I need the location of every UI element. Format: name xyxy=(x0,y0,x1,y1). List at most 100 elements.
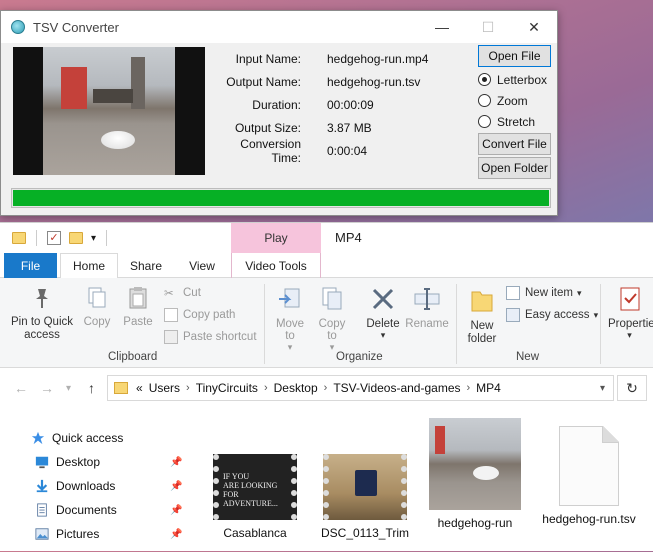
info-row-size: Output Size: 3.87 MB xyxy=(217,117,473,140)
progress-fill xyxy=(13,190,549,206)
copy-button[interactable]: Copy xyxy=(80,286,114,328)
chevron-right-icon[interactable]: › xyxy=(467,382,471,394)
nav-quick-access[interactable]: Quick access xyxy=(30,431,123,445)
properties-icon xyxy=(620,287,639,311)
file-list: IF YOU ARE LOOKING FOR ADVENTURE... Casa… xyxy=(200,418,653,552)
minimize-button[interactable]: — xyxy=(419,11,465,43)
forward-arrow-icon[interactable]: → xyxy=(40,380,54,396)
open-file-button[interactable]: Open File xyxy=(478,45,551,67)
nav-pictures[interactable]: Pictures xyxy=(34,527,99,541)
tab-share[interactable]: Share xyxy=(122,253,170,278)
radio-stretch[interactable]: Stretch xyxy=(478,111,547,132)
new-item-button[interactable]: New item ▾ xyxy=(506,286,581,300)
close-button[interactable]: ✕ xyxy=(511,11,557,43)
conversion-time-label: Conversion Time: xyxy=(240,137,301,166)
radio-zoom[interactable]: Zoom xyxy=(478,90,547,111)
file-item-casablanca[interactable]: IF YOU ARE LOOKING FOR ADVENTURE... Casa… xyxy=(200,454,310,540)
copy-path-button[interactable]: Copy path xyxy=(164,308,235,322)
address-bar[interactable]: « Users › TinyCircuits › Desktop › TSV-V… xyxy=(107,375,614,401)
pin-icon[interactable]: 📌 xyxy=(170,505,182,516)
preview-frame xyxy=(43,47,175,175)
preview-red-wall xyxy=(61,67,87,109)
file-name: hedgehog-run.tsv xyxy=(542,512,636,526)
breadcrumb-mp4[interactable]: MP4 xyxy=(476,381,501,395)
video-thumbnail: IF YOU ARE LOOKING FOR ADVENTURE... xyxy=(213,454,297,520)
tab-view[interactable]: View xyxy=(178,253,226,278)
copy-icon xyxy=(88,287,106,308)
pin-quick-access-button[interactable]: Pin to Quick access xyxy=(6,286,78,342)
pin-icon[interactable]: 📌 xyxy=(170,457,182,468)
new-folder-icon[interactable] xyxy=(69,232,83,244)
radio-letterbox-dot[interactable] xyxy=(478,73,491,86)
chevron-right-icon[interactable]: › xyxy=(264,382,268,394)
easy-access-button[interactable]: Easy access ▾ xyxy=(506,308,598,322)
title-bar[interactable]: TSV Converter — ☐ ✕ xyxy=(1,11,557,43)
properties-label: Properties xyxy=(608,318,653,330)
delete-button[interactable]: Delete ▾ xyxy=(364,286,402,341)
info-row-input: Input Name: hedgehog-run.mp4 xyxy=(217,47,473,70)
tab-video-tools[interactable]: Video Tools xyxy=(231,253,321,278)
tab-file[interactable]: File xyxy=(4,253,57,278)
context-tab-play[interactable]: Play xyxy=(231,223,321,253)
paste-button[interactable]: Paste xyxy=(120,286,156,328)
refresh-icon[interactable]: ↻ xyxy=(617,375,647,401)
properties-button[interactable]: Properties ▾ xyxy=(606,286,653,341)
new-folder-icon xyxy=(471,291,493,312)
nav-quick-access-label: Quick access xyxy=(52,431,124,445)
preview-pillar xyxy=(131,57,145,109)
file-item-dsc[interactable]: DSC_0113_Trim xyxy=(310,454,420,540)
easy-access-chevron-icon: ▾ xyxy=(593,309,599,320)
folder-icon[interactable] xyxy=(12,232,26,244)
group-divider xyxy=(600,284,601,364)
breadcrumb-desktop[interactable]: Desktop xyxy=(274,381,318,395)
back-arrow-icon[interactable]: ← xyxy=(14,380,28,396)
maximize-button[interactable]: ☐ xyxy=(465,11,511,43)
nav-downloads[interactable]: Downloads xyxy=(34,479,115,493)
app-icon xyxy=(11,20,25,34)
rename-label: Rename xyxy=(405,318,449,330)
open-folder-button[interactable]: Open Folder xyxy=(478,157,551,179)
chevron-right-icon[interactable]: › xyxy=(324,382,328,394)
pin-icon[interactable]: 📌 xyxy=(170,481,182,492)
copy-to-button[interactable]: Copy to ▾ xyxy=(314,286,350,353)
tab-home[interactable]: Home xyxy=(60,253,118,279)
folder-icon xyxy=(114,382,128,394)
move-to-button[interactable]: Move to ▾ xyxy=(272,286,308,353)
cut-button[interactable]: ✂ Cut xyxy=(164,286,201,300)
radio-stretch-dot[interactable] xyxy=(478,115,491,128)
nav-desktop[interactable]: Desktop xyxy=(34,455,100,469)
radio-zoom-dot[interactable] xyxy=(478,94,491,107)
address-dropdown-icon[interactable]: ▾ xyxy=(600,383,605,394)
pictures-icon xyxy=(35,528,49,540)
video-thumbnail xyxy=(429,418,521,510)
customize-toolbar-icon[interactable]: ▾ xyxy=(91,233,96,244)
easy-access-icon xyxy=(506,308,520,322)
breadcrumb-tsv-videos[interactable]: TSV-Videos-and-games xyxy=(333,381,460,395)
pin-icon[interactable]: 📌 xyxy=(170,529,182,540)
toolbar-divider xyxy=(106,230,108,246)
toolbar-divider xyxy=(36,230,37,246)
new-folder-label: New folder xyxy=(467,320,497,345)
breadcrumb-overflow[interactable]: « xyxy=(136,381,143,395)
properties-chevron-icon: ▾ xyxy=(627,330,632,340)
up-arrow-icon[interactable]: ↑ xyxy=(88,380,95,396)
nav-documents[interactable]: Documents xyxy=(34,503,117,517)
new-folder-button[interactable]: New folder xyxy=(460,286,504,346)
paste-shortcut-button[interactable]: Paste shortcut xyxy=(164,330,257,344)
cut-label: Cut xyxy=(183,287,201,299)
radio-letterbox[interactable]: Letterbox xyxy=(478,69,547,90)
copy-path-icon xyxy=(164,308,178,322)
properties-check-icon[interactable]: ✓ xyxy=(47,231,61,245)
chevron-right-icon[interactable]: › xyxy=(186,382,190,394)
rename-button[interactable]: Rename xyxy=(404,286,450,330)
window-controls: — ☐ ✕ xyxy=(419,11,557,43)
breadcrumb-users[interactable]: Users xyxy=(149,381,180,395)
breadcrumb-tinycircuits[interactable]: TinyCircuits xyxy=(196,381,258,395)
file-item-hedgehog-video[interactable]: hedgehog-run xyxy=(420,418,530,530)
convert-file-button[interactable]: Convert File xyxy=(478,133,551,155)
file-name: hedgehog-run xyxy=(437,516,513,530)
radio-stretch-label: Stretch xyxy=(497,114,536,129)
recent-locations-icon[interactable]: ▾ xyxy=(66,383,71,394)
nav-downloads-label: Downloads xyxy=(56,479,116,493)
file-item-hedgehog-tsv[interactable]: hedgehog-run.tsv xyxy=(534,426,644,526)
